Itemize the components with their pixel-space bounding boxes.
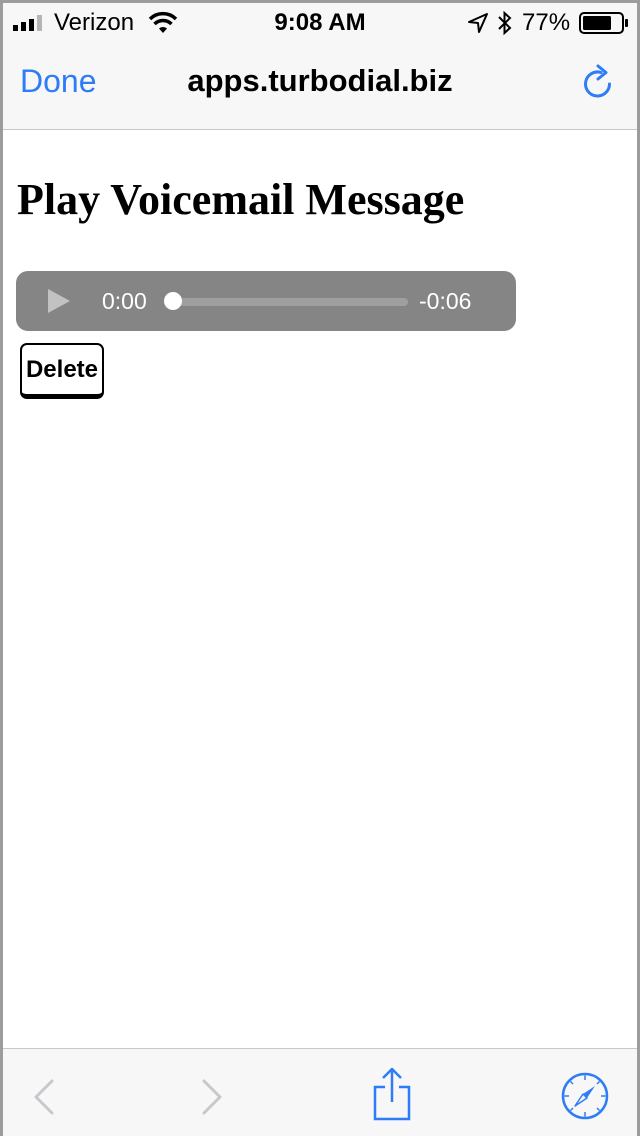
audio-remaining-time: -0:06 — [419, 288, 472, 314]
location-arrow-icon — [468, 13, 488, 33]
web-content: Play Voicemail Message 0:00 -0:06 Delete — [3, 130, 637, 1048]
status-bar: Verizon 9:08 AM 77% — [3, 3, 637, 43]
audio-scrubber-thumb[interactable] — [164, 292, 182, 310]
play-icon[interactable] — [47, 288, 71, 314]
battery-percentage: 77% — [522, 9, 571, 36]
forward-chevron-icon[interactable] — [199, 1077, 225, 1117]
bluetooth-icon — [498, 10, 512, 36]
battery-icon — [579, 12, 628, 34]
audio-player[interactable]: 0:00 -0:06 — [16, 271, 516, 331]
audio-current-time: 0:00 — [102, 288, 147, 314]
reload-icon[interactable] — [582, 63, 618, 103]
page-url-title: apps.turbodial.biz — [187, 63, 453, 98]
bottom-toolbar — [3, 1048, 637, 1136]
delete-button[interactable]: Delete — [20, 343, 104, 399]
share-icon[interactable] — [371, 1067, 413, 1121]
safari-compass-icon[interactable] — [560, 1071, 610, 1121]
audio-progress-track[interactable] — [176, 298, 408, 306]
page-heading: Play Voicemail Message — [17, 175, 465, 224]
navigation-bar: Done apps.turbodial.biz — [3, 43, 637, 130]
browser-frame: Verizon 9:08 AM 77% Done apps.turbodial.… — [0, 0, 640, 1136]
back-chevron-icon[interactable] — [31, 1077, 57, 1117]
